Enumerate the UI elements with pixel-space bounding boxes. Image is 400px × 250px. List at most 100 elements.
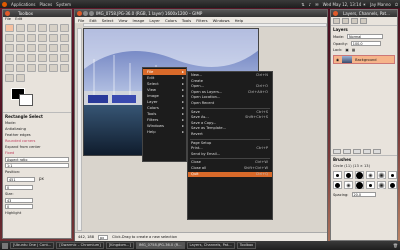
submenu-item-revert[interactable]: Revert xyxy=(188,132,272,138)
smudge-tool-icon[interactable] xyxy=(5,74,14,82)
brush-item[interactable] xyxy=(333,171,342,179)
taskbar-item[interactable]: Layers, Channels, Pat... xyxy=(186,242,235,249)
menu-item-help[interactable]: Help ▸ xyxy=(143,129,186,135)
text-tool-icon[interactable] xyxy=(27,54,36,62)
foreground-select-tool-icon[interactable] xyxy=(5,34,14,42)
dock-titlebar[interactable]: Layers, Channels, Pat... xyxy=(331,10,397,17)
menu-layer[interactable]: Layer xyxy=(149,18,160,23)
clock[interactable]: Wed May 12, 13:14 ☀ xyxy=(323,2,367,7)
scissors-tool-icon[interactable] xyxy=(60,24,69,32)
dodge-burn-tool-icon[interactable] xyxy=(16,74,25,82)
position-y-field[interactable]: 0 xyxy=(5,185,33,190)
submenu-item-quit[interactable]: Quit Ctrl+Q xyxy=(188,171,272,178)
bucket-fill-tool-icon[interactable] xyxy=(38,54,47,62)
brush-item[interactable] xyxy=(344,181,353,189)
blend-tool-icon[interactable] xyxy=(49,54,58,62)
perspective-tool-icon[interactable] xyxy=(60,44,69,52)
menu-places[interactable]: Places xyxy=(39,2,52,7)
ink-tool-icon[interactable] xyxy=(38,64,47,72)
submenu-item-send-by-email[interactable]: Send by Email... xyxy=(188,152,272,158)
highlight-checkbox[interactable]: Highlight xyxy=(3,210,71,216)
measure-tool-icon[interactable] xyxy=(49,34,58,42)
menu-windows[interactable]: Windows xyxy=(213,18,230,23)
tab-undo[interactable] xyxy=(360,18,367,24)
show-desktop-icon[interactable] xyxy=(2,242,8,249)
mail-icon[interactable]: ✉ xyxy=(315,2,318,7)
align-tool-icon[interactable] xyxy=(5,44,14,52)
brush-item[interactable] xyxy=(388,171,397,179)
new-layer-button[interactable] xyxy=(333,149,341,154)
lower-layer-button[interactable] xyxy=(353,149,361,154)
maximize-icon[interactable] xyxy=(89,11,94,16)
menu-image[interactable]: Image xyxy=(132,18,144,23)
delete-layer-button[interactable] xyxy=(373,149,381,154)
heal-tool-icon[interactable] xyxy=(60,64,69,72)
brush-item[interactable] xyxy=(355,171,364,179)
menu-view[interactable]: View xyxy=(118,18,127,23)
free-select-tool-icon[interactable] xyxy=(27,24,36,32)
layer-name[interactable]: Background xyxy=(355,58,376,62)
paintbrush-tool-icon[interactable] xyxy=(5,64,14,72)
taskbar-item[interactable]: [Ubuntu One | Cont... xyxy=(10,242,55,249)
zoom-tool-icon[interactable] xyxy=(38,34,47,42)
background-color-swatch[interactable] xyxy=(19,94,33,106)
layer-row[interactable]: ◉ Background xyxy=(333,55,395,64)
lock-pixels-icon[interactable]: ▣ xyxy=(345,48,348,52)
minimize-icon[interactable] xyxy=(83,11,88,16)
menu-applications[interactable]: Applications xyxy=(11,2,35,7)
menu-file[interactable]: File xyxy=(5,17,11,21)
menu-select[interactable]: Select xyxy=(102,18,114,23)
menu-edit[interactable]: Edit xyxy=(89,18,96,23)
submenu-item-open-recent[interactable]: Open Recent xyxy=(188,101,272,107)
vertical-ruler[interactable] xyxy=(77,28,82,231)
close-icon[interactable] xyxy=(77,11,82,16)
brush-item[interactable] xyxy=(366,181,375,189)
brush-item[interactable] xyxy=(377,181,386,189)
fixed-label[interactable]: Fixed xyxy=(3,150,71,156)
mode-select[interactable]: Normal xyxy=(347,34,384,39)
ubuntu-logo-icon[interactable] xyxy=(2,1,7,7)
volume-icon[interactable]: ♪ xyxy=(309,2,312,7)
menu-colors[interactable]: Colors xyxy=(165,18,177,23)
eraser-tool-icon[interactable] xyxy=(16,64,25,72)
ellipse-select-tool-icon[interactable] xyxy=(16,24,25,32)
brush-item[interactable] xyxy=(333,181,342,189)
eye-icon[interactable]: ◉ xyxy=(336,58,339,62)
tab-layers[interactable] xyxy=(333,18,340,24)
trash-icon[interactable]: 🗑 xyxy=(393,243,398,248)
tab-paths[interactable] xyxy=(351,18,358,24)
brush-item[interactable] xyxy=(344,171,353,179)
size-y-field[interactable]: 0 xyxy=(5,204,33,209)
horizontal-ruler[interactable] xyxy=(83,23,327,27)
crop-tool-icon[interactable] xyxy=(16,44,25,52)
clone-tool-icon[interactable] xyxy=(49,64,58,72)
unit-select[interactable]: px xyxy=(98,234,109,240)
pencil-tool-icon[interactable] xyxy=(60,54,69,62)
network-icon[interactable]: ⇅ xyxy=(301,2,304,7)
taskbar-item[interactable]: [Kingdom...] xyxy=(105,242,134,249)
brush-item[interactable] xyxy=(366,171,375,179)
close-icon[interactable] xyxy=(5,11,10,16)
menu-tools[interactable]: Tools xyxy=(182,18,191,23)
brush-item[interactable] xyxy=(388,181,397,189)
menu-filters[interactable]: Filters xyxy=(196,18,207,23)
spacing-field[interactable]: 20.0 xyxy=(351,192,376,197)
fixed-select[interactable]: Aspect ratio xyxy=(5,157,69,162)
position-unit[interactable]: px xyxy=(39,176,44,183)
paths-tool-icon[interactable] xyxy=(16,34,25,42)
power-icon[interactable]: ⏻ xyxy=(395,2,398,7)
move-tool-icon[interactable] xyxy=(60,34,69,42)
toolbox-titlebar[interactable]: Toolbox xyxy=(3,10,71,17)
user-name[interactable]: Jay Manno xyxy=(370,2,391,7)
ratio-field[interactable]: 1:1 xyxy=(5,163,69,168)
rotate-tool-icon[interactable] xyxy=(27,44,36,52)
menu-system[interactable]: System xyxy=(56,2,71,7)
flip-tool-icon[interactable] xyxy=(5,54,14,62)
close-icon[interactable] xyxy=(333,11,338,16)
taskbar-item[interactable]: Toolbox xyxy=(236,242,257,249)
color-select-tool-icon[interactable] xyxy=(49,24,58,32)
tab-channels[interactable] xyxy=(342,18,349,24)
position-x-field[interactable]: 451 xyxy=(7,177,35,182)
image-titlebar[interactable]: IMG_0758.JPG-36.0 (RGB, 1 layer) 1600x12… xyxy=(75,10,327,17)
lock-alpha-icon[interactable]: ▦ xyxy=(352,48,355,52)
